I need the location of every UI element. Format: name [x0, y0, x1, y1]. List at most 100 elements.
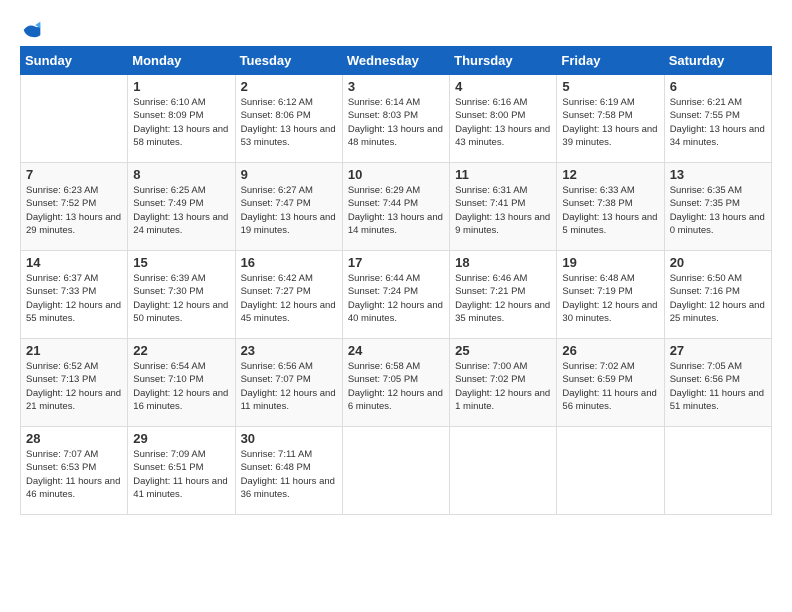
- calendar-cell: [557, 427, 664, 515]
- calendar-cell: 16 Sunrise: 6:42 AMSunset: 7:27 PMDayligh…: [235, 251, 342, 339]
- day-info: Sunrise: 6:31 AMSunset: 7:41 PMDaylight:…: [455, 184, 551, 237]
- calendar-cell: 4 Sunrise: 6:16 AMSunset: 8:00 PMDaylight…: [450, 75, 557, 163]
- calendar-cell: 14 Sunrise: 6:37 AMSunset: 7:33 PMDayligh…: [21, 251, 128, 339]
- day-number: 9: [241, 167, 337, 182]
- day-number: 5: [562, 79, 658, 94]
- calendar-cell: 29 Sunrise: 7:09 AMSunset: 6:51 PMDayligh…: [128, 427, 235, 515]
- day-info: Sunrise: 6:37 AMSunset: 7:33 PMDaylight:…: [26, 272, 122, 325]
- day-info: Sunrise: 6:35 AMSunset: 7:35 PMDaylight:…: [670, 184, 766, 237]
- calendar-cell: 8 Sunrise: 6:25 AMSunset: 7:49 PMDaylight…: [128, 163, 235, 251]
- calendar-cell: 22Sunrise: 6:54 AMSunset: 7:10 PMDayligh…: [128, 339, 235, 427]
- day-number: 16: [241, 255, 337, 270]
- calendar-cell: 10Sunrise: 6:29 AMSunset: 7:44 PMDayligh…: [342, 163, 449, 251]
- day-number: 28: [26, 431, 122, 446]
- day-number: 22: [133, 343, 229, 358]
- calendar-header-row: SundayMondayTuesdayWednesdayThursdayFrid…: [21, 47, 772, 75]
- calendar-cell: 19 Sunrise: 6:48 AMSunset: 7:19 PMDayligh…: [557, 251, 664, 339]
- day-info: Sunrise: 6:21 AMSunset: 7:55 PMDaylight:…: [670, 96, 766, 149]
- day-number: 1: [133, 79, 229, 94]
- day-number: 3: [348, 79, 444, 94]
- day-number: 21: [26, 343, 122, 358]
- day-number: 29: [133, 431, 229, 446]
- calendar-cell: 2 Sunrise: 6:12 AMSunset: 8:06 PMDaylight…: [235, 75, 342, 163]
- day-of-week-header: Saturday: [664, 47, 771, 75]
- calendar-cell: 15Sunrise: 6:39 AMSunset: 7:30 PMDayligh…: [128, 251, 235, 339]
- day-number: 23: [241, 343, 337, 358]
- day-number: 4: [455, 79, 551, 94]
- day-number: 24: [348, 343, 444, 358]
- calendar-cell: 24 Sunrise: 6:58 AMSunset: 7:05 PMDayligh…: [342, 339, 449, 427]
- day-info: Sunrise: 6:56 AMSunset: 7:07 PMDaylight:…: [241, 360, 337, 413]
- day-of-week-header: Thursday: [450, 47, 557, 75]
- calendar-cell: 26 Sunrise: 7:02 AMSunset: 6:59 PMDayligh…: [557, 339, 664, 427]
- calendar-cell: 30 Sunrise: 7:11 AMSunset: 6:48 PMDayligh…: [235, 427, 342, 515]
- day-number: 20: [670, 255, 766, 270]
- calendar-cell: 3 Sunrise: 6:14 AMSunset: 8:03 PMDaylight…: [342, 75, 449, 163]
- day-info: Sunrise: 6:46 AMSunset: 7:21 PMDaylight:…: [455, 272, 551, 325]
- day-info: Sunrise: 6:42 AMSunset: 7:27 PMDaylight:…: [241, 272, 337, 325]
- day-info: Sunrise: 6:14 AMSunset: 8:03 PMDaylight:…: [348, 96, 444, 149]
- day-of-week-header: Sunday: [21, 47, 128, 75]
- calendar-cell: 18 Sunrise: 6:46 AMSunset: 7:21 PMDayligh…: [450, 251, 557, 339]
- calendar-cell: 25 Sunrise: 7:00 AMSunset: 7:02 PMDayligh…: [450, 339, 557, 427]
- page-header: [20, 20, 772, 36]
- day-info: Sunrise: 7:05 AMSunset: 6:56 PMDaylight:…: [670, 360, 766, 413]
- day-info: Sunrise: 7:07 AMSunset: 6:53 PMDaylight:…: [26, 448, 122, 501]
- day-of-week-header: Friday: [557, 47, 664, 75]
- day-info: Sunrise: 7:11 AMSunset: 6:48 PMDaylight:…: [241, 448, 337, 501]
- day-info: Sunrise: 6:25 AMSunset: 7:49 PMDaylight:…: [133, 184, 229, 237]
- day-number: 8: [133, 167, 229, 182]
- calendar-cell: [21, 75, 128, 163]
- day-info: Sunrise: 7:02 AMSunset: 6:59 PMDaylight:…: [562, 360, 658, 413]
- calendar-cell: 21 Sunrise: 6:52 AMSunset: 7:13 PMDayligh…: [21, 339, 128, 427]
- day-of-week-header: Wednesday: [342, 47, 449, 75]
- day-info: Sunrise: 6:12 AMSunset: 8:06 PMDaylight:…: [241, 96, 337, 149]
- calendar-cell: 12Sunrise: 6:33 AMSunset: 7:38 PMDayligh…: [557, 163, 664, 251]
- day-number: 18: [455, 255, 551, 270]
- calendar-cell: 5 Sunrise: 6:19 AMSunset: 7:58 PMDaylight…: [557, 75, 664, 163]
- calendar-cell: [342, 427, 449, 515]
- day-number: 10: [348, 167, 444, 182]
- day-info: Sunrise: 6:50 AMSunset: 7:16 PMDaylight:…: [670, 272, 766, 325]
- day-number: 2: [241, 79, 337, 94]
- day-number: 13: [670, 167, 766, 182]
- day-info: Sunrise: 6:10 AMSunset: 8:09 PMDaylight:…: [133, 96, 229, 149]
- calendar-cell: 27Sunrise: 7:05 AMSunset: 6:56 PMDayligh…: [664, 339, 771, 427]
- calendar-cell: 20 Sunrise: 6:50 AMSunset: 7:16 PMDayligh…: [664, 251, 771, 339]
- calendar-cell: 17Sunrise: 6:44 AMSunset: 7:24 PMDayligh…: [342, 251, 449, 339]
- day-number: 25: [455, 343, 551, 358]
- day-info: Sunrise: 6:16 AMSunset: 8:00 PMDaylight:…: [455, 96, 551, 149]
- calendar-cell: 9Sunrise: 6:27 AMSunset: 7:47 PMDaylight…: [235, 163, 342, 251]
- day-info: Sunrise: 6:58 AMSunset: 7:05 PMDaylight:…: [348, 360, 444, 413]
- day-of-week-header: Tuesday: [235, 47, 342, 75]
- logo: [20, 20, 42, 36]
- day-number: 7: [26, 167, 122, 182]
- calendar-cell: [664, 427, 771, 515]
- calendar-cell: 1 Sunrise: 6:10 AMSunset: 8:09 PMDaylight…: [128, 75, 235, 163]
- calendar-week-row: 7 Sunrise: 6:23 AMSunset: 7:52 PMDaylight…: [21, 163, 772, 251]
- calendar-cell: 28 Sunrise: 7:07 AMSunset: 6:53 PMDayligh…: [21, 427, 128, 515]
- day-info: Sunrise: 6:19 AMSunset: 7:58 PMDaylight:…: [562, 96, 658, 149]
- day-number: 30: [241, 431, 337, 446]
- calendar-cell: 6Sunrise: 6:21 AMSunset: 7:55 PMDaylight…: [664, 75, 771, 163]
- day-of-week-header: Monday: [128, 47, 235, 75]
- day-info: Sunrise: 6:52 AMSunset: 7:13 PMDaylight:…: [26, 360, 122, 413]
- calendar-week-row: 1 Sunrise: 6:10 AMSunset: 8:09 PMDaylight…: [21, 75, 772, 163]
- calendar-cell: 23 Sunrise: 6:56 AMSunset: 7:07 PMDayligh…: [235, 339, 342, 427]
- calendar-cell: 13 Sunrise: 6:35 AMSunset: 7:35 PMDayligh…: [664, 163, 771, 251]
- day-info: Sunrise: 6:23 AMSunset: 7:52 PMDaylight:…: [26, 184, 122, 237]
- day-number: 19: [562, 255, 658, 270]
- day-info: Sunrise: 6:39 AMSunset: 7:30 PMDaylight:…: [133, 272, 229, 325]
- day-info: Sunrise: 7:09 AMSunset: 6:51 PMDaylight:…: [133, 448, 229, 501]
- day-info: Sunrise: 7:00 AMSunset: 7:02 PMDaylight:…: [455, 360, 551, 413]
- calendar-week-row: 14 Sunrise: 6:37 AMSunset: 7:33 PMDayligh…: [21, 251, 772, 339]
- calendar-week-row: 21 Sunrise: 6:52 AMSunset: 7:13 PMDayligh…: [21, 339, 772, 427]
- logo-icon: [22, 20, 42, 40]
- day-number: 14: [26, 255, 122, 270]
- calendar-cell: 11Sunrise: 6:31 AMSunset: 7:41 PMDayligh…: [450, 163, 557, 251]
- calendar-cell: [450, 427, 557, 515]
- day-info: Sunrise: 6:48 AMSunset: 7:19 PMDaylight:…: [562, 272, 658, 325]
- day-number: 26: [562, 343, 658, 358]
- calendar-cell: 7 Sunrise: 6:23 AMSunset: 7:52 PMDaylight…: [21, 163, 128, 251]
- day-number: 17: [348, 255, 444, 270]
